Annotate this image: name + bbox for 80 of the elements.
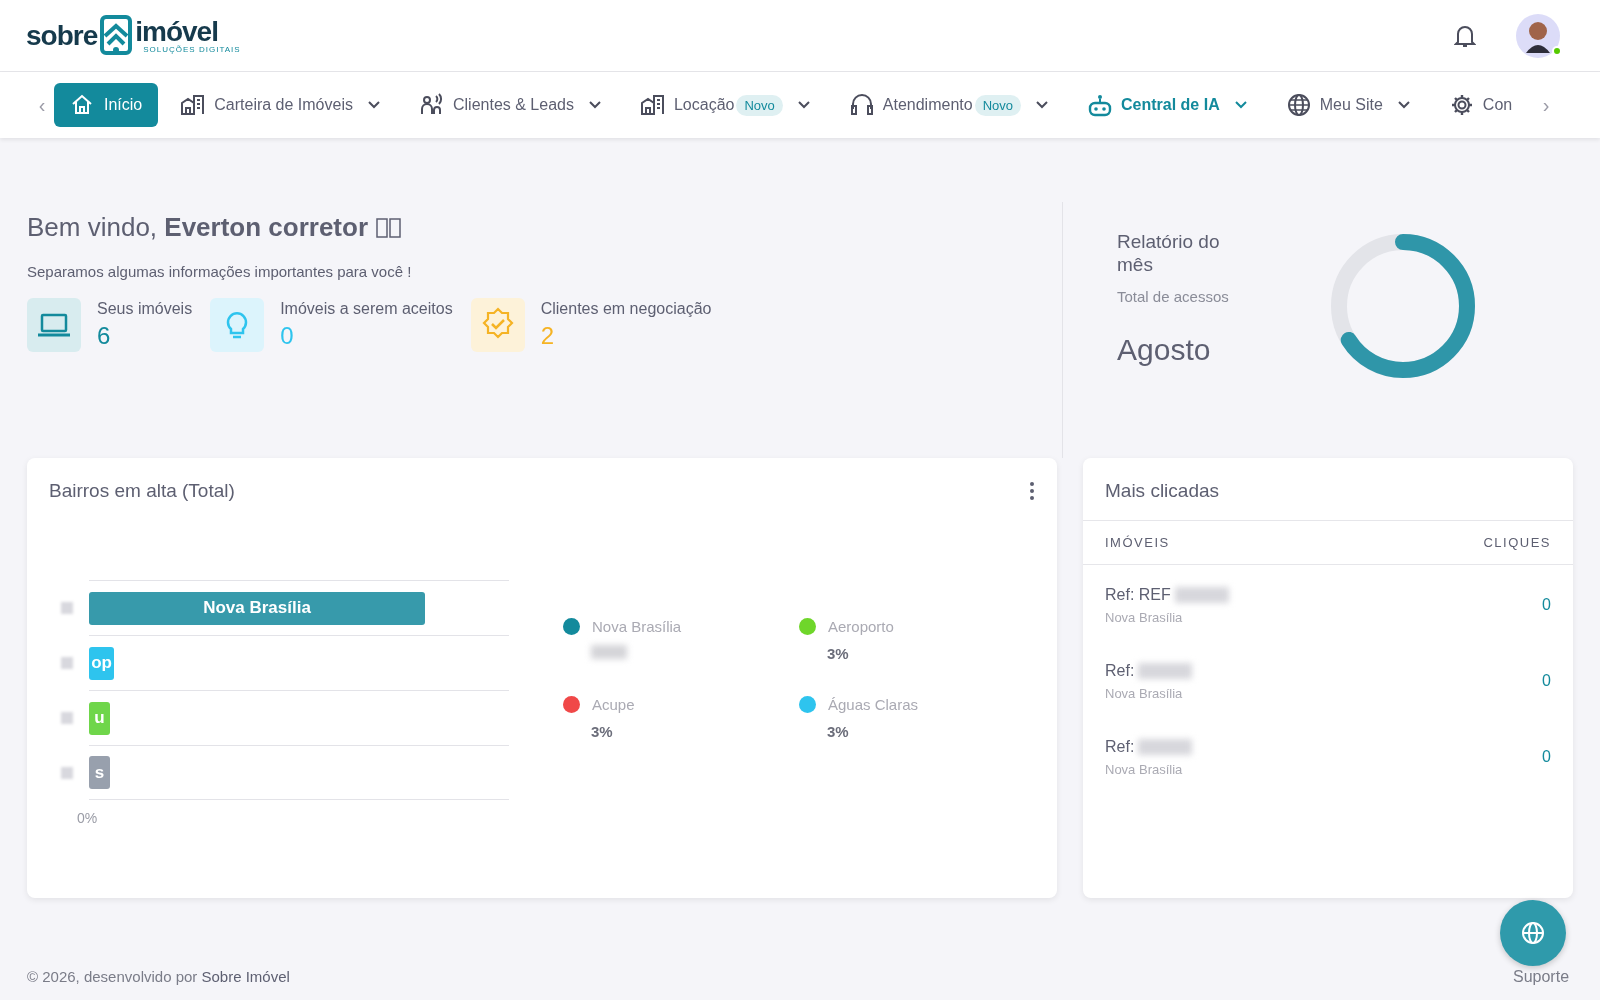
welcome-title: Bem vindo, Everton corretor bbox=[27, 212, 369, 243]
redacted-mark bbox=[1138, 738, 1193, 755]
report-month: Agosto bbox=[1117, 333, 1212, 367]
click-count: 0 bbox=[1542, 596, 1551, 614]
nav-tab[interactable]: Con bbox=[1432, 83, 1529, 127]
caret-icon bbox=[1035, 100, 1049, 110]
building-icon bbox=[639, 93, 666, 117]
redacted-mark bbox=[1138, 662, 1193, 679]
logo-tagline: SOLUÇÕES DIGITAIS bbox=[143, 45, 241, 54]
click-count: 0 bbox=[1542, 748, 1551, 766]
stat-label: Clientes em negociação bbox=[540, 300, 712, 318]
logo-text: imóvel bbox=[135, 17, 219, 46]
nav-tab[interactable]: Atendimento Novo bbox=[832, 83, 1065, 127]
nav-tab[interactable]: Central de IA bbox=[1071, 83, 1264, 127]
support-label: Suporte bbox=[1513, 968, 1570, 986]
globe-icon bbox=[1285, 93, 1312, 117]
legend-value: 3% bbox=[827, 645, 850, 662]
new-badge: Novo bbox=[736, 94, 783, 116]
property-area: Nova Brasília bbox=[1105, 761, 1193, 777]
chart-bar: Nova Brasília bbox=[89, 591, 425, 625]
card-title: Bairros em alta (Total) bbox=[49, 480, 235, 502]
missing-glyph-icon bbox=[376, 217, 403, 238]
logo-text: sobre bbox=[26, 19, 98, 52]
property-ref: Ref: bbox=[1105, 661, 1135, 680]
legend-label: Acupe bbox=[592, 696, 635, 713]
axis-label: 0% bbox=[77, 810, 98, 826]
redacted-mark bbox=[61, 657, 73, 669]
property-ref: Ref: bbox=[1105, 737, 1135, 756]
caret-icon bbox=[587, 100, 602, 110]
headset-icon bbox=[848, 93, 875, 117]
card-title: Mais clicadas bbox=[1104, 479, 1221, 503]
stat-value: 0 bbox=[280, 322, 295, 350]
caret-icon bbox=[366, 100, 381, 110]
new-badge: Novo bbox=[974, 94, 1021, 116]
legend-value: 3% bbox=[827, 723, 850, 740]
redacted-mark bbox=[61, 766, 73, 779]
user-avatar[interactable] bbox=[1516, 13, 1560, 58]
globe-icon bbox=[1521, 921, 1545, 945]
report-title: Relatório do mês bbox=[1117, 230, 1221, 276]
click-count: 0 bbox=[1542, 672, 1551, 690]
stat-label: Imóveis a serem aceitos bbox=[280, 300, 453, 318]
stat-value: 6 bbox=[97, 322, 112, 350]
property-ref: Ref: REF bbox=[1105, 585, 1171, 604]
robot-icon bbox=[1087, 93, 1113, 117]
nav-tab[interactable]: Meu Site bbox=[1269, 83, 1427, 127]
nav-tab[interactable]: Locação Novo bbox=[623, 83, 827, 127]
nav-tab[interactable]: Clientes & Leads bbox=[402, 83, 618, 127]
laptop-icon bbox=[27, 298, 81, 352]
chart-bar: u bbox=[89, 701, 110, 735]
property-area: Nova Brasília bbox=[1105, 685, 1193, 701]
notification-bell-icon[interactable] bbox=[1454, 23, 1476, 48]
chart-bar: s bbox=[89, 756, 110, 789]
footer-text: © 2026, desenvolvido por Sobre Imóvel bbox=[27, 968, 290, 985]
redacted-mark bbox=[61, 712, 73, 724]
people-icon bbox=[418, 93, 445, 117]
legend-label: Nova Brasília bbox=[592, 618, 682, 635]
column-header: CLIQUES bbox=[1483, 535, 1551, 550]
legend-label: Aeroporto bbox=[828, 618, 894, 635]
legend-label: Águas Claras bbox=[828, 696, 919, 713]
nav-tab[interactable]: Carteira de Imóveis bbox=[164, 83, 397, 127]
support-button[interactable] bbox=[1500, 900, 1566, 966]
logo-icon bbox=[99, 13, 134, 58]
column-header: IMÓVEIS bbox=[1105, 535, 1170, 550]
more-options-icon[interactable] bbox=[1029, 481, 1035, 501]
welcome-subtitle: Separamos algumas informações importantes para você ! bbox=[27, 263, 413, 280]
redacted-mark bbox=[61, 602, 73, 614]
report-subtitle: Total de acessos bbox=[1117, 288, 1230, 305]
caret-icon bbox=[1396, 100, 1411, 110]
property-area: Nova Brasília bbox=[1105, 609, 1229, 625]
building-icon bbox=[180, 93, 207, 117]
lightbulb-icon bbox=[210, 298, 265, 352]
caret-icon bbox=[796, 100, 811, 110]
nav-tab[interactable]: Início bbox=[54, 83, 159, 127]
verified-badge-icon bbox=[470, 298, 525, 352]
stat-value: 2 bbox=[540, 322, 556, 350]
stat-label: Seus imóveis bbox=[97, 300, 193, 318]
redacted-mark bbox=[1174, 586, 1229, 603]
caret-icon bbox=[1233, 100, 1248, 110]
legend-value: 3% bbox=[591, 723, 614, 740]
chart-bar: op bbox=[89, 646, 115, 680]
